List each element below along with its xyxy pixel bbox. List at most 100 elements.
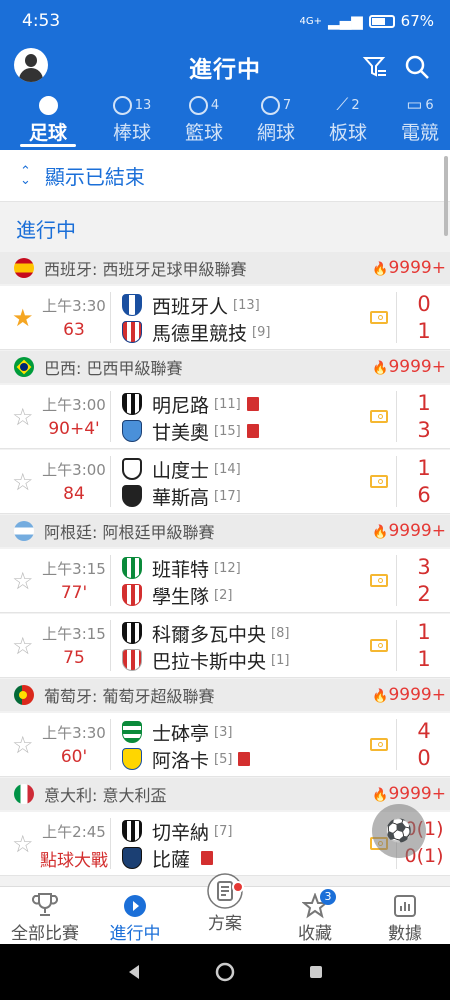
divider [110,292,111,343]
match-row[interactable]: ☆ 上午3:00 90+4' 明尼路 [11] 甘美奧 [15] 1 3 [0,385,450,449]
away-score: 1 [417,647,431,671]
league-header[interactable]: 阿根廷: 阿根廷甲級聯賽 🔥9999+ [0,515,450,547]
red-card-icon [201,851,214,865]
tab-sport-3[interactable]: 7 網球 [240,92,312,150]
tab-count: 13 [134,97,152,113]
page-title: 進行中 [189,57,261,83]
status-icons: 4G+ ▂▄▆ 67% [300,12,434,30]
tab-sport-5[interactable]: ▭ 6 電競 [384,92,450,150]
tab-count: 2 [351,97,360,113]
document-icon [180,873,270,909]
home-score: 3 [417,555,431,579]
match-row[interactable]: ☆ 上午3:30 60' 士砵亭 [3] 阿洛卡 [5] 4 0 [0,713,450,777]
tab-sport-1[interactable]: 13 棒球 [96,92,168,150]
team-crest-icon [122,847,142,869]
tab-label: 籃球 [184,122,223,144]
match-time: 上午3:00 [42,461,106,479]
team-rank: [2] [214,587,233,603]
avatar[interactable] [14,48,48,82]
team-rank: [3] [214,724,233,740]
tab-sport-2[interactable]: 4 籃球 [168,92,240,150]
basketball-icon: 4 [168,92,240,118]
brazil-flag-icon [14,357,34,377]
floating-action-button[interactable]: ⚽ [372,804,426,858]
team-rank: [5] [214,751,233,767]
tab-label: 網球 [256,122,295,144]
notification-dot [232,881,244,893]
red-card-icon [246,424,259,438]
match-row[interactable]: ☆ 上午3:15 77' 班菲特 [12] 學生隊 [2] 3 2 [0,549,450,613]
favorite-star-icon[interactable]: ☆ [12,731,34,759]
divider [396,719,397,770]
cricket-icon: ⟋ 2 [336,95,360,115]
home-score: 1 [417,391,431,415]
nav-item-1[interactable]: 進行中 [90,887,180,944]
team-crest-icon [122,294,142,316]
favorite-star-icon[interactable]: ☆ [12,403,34,431]
favorite-star-icon[interactable]: ★ [12,304,34,332]
match-row[interactable]: ☆ 上午3:15 75 科爾多瓦中央 [8] 巴拉卡斯中央 [1] 1 1 [0,614,450,678]
nav-label: 全部比賽 [11,924,79,944]
league-header[interactable]: 西班牙: 西班牙足球甲級聯賽 🔥9999+ [0,252,450,284]
league-name: 西班牙: 西班牙足球甲級聯賽 [44,260,247,279]
team-crest-icon [122,420,142,442]
match-time: 上午3:15 [42,560,106,578]
match-minute: 75 [63,648,85,668]
bar-chart-icon [360,887,450,919]
nav-item-4[interactable]: 數據 [360,887,450,944]
match-minute: 60' [60,747,88,767]
recents-icon[interactable] [307,963,325,981]
home-team: 士砵亭 [3] [122,719,232,745]
nav-item-2[interactable]: 方案 [180,873,270,944]
match-time: 上午3:15 [42,625,106,643]
nav-item-0[interactable]: 全部比賽 [0,887,90,944]
pitch-icon[interactable] [370,738,388,751]
tab-sport-0[interactable]: 足球 [0,92,96,150]
pitch-icon[interactable] [370,639,388,652]
favorite-star-icon[interactable]: ☆ [12,632,34,660]
show-finished-toggle[interactable]: ⌃ ⌄ 顯示已結束 [0,150,450,202]
home-team: 明尼路 [11] [122,391,259,417]
team-rank: [14] [214,461,241,477]
match-minute: 77' [60,583,88,603]
tab-sport-4[interactable]: ⟋ 2 板球 [312,92,384,150]
league-header[interactable]: 巴西: 巴西甲級聯賽 🔥9999+ [0,351,450,383]
search-icon[interactable] [404,54,430,80]
hot-value: 9999+ [388,258,446,278]
fire-icon: 🔥 [372,788,389,803]
pitch-icon[interactable] [370,410,388,423]
back-icon[interactable] [125,963,143,981]
home-icon[interactable] [214,961,236,983]
tennis-icon: 7 [240,92,312,118]
tab-count: 4 [210,97,220,113]
favorite-star-icon[interactable]: ☆ [12,567,34,595]
ball-icon: ⚽ [385,818,413,844]
nav-item-3[interactable]: 3 收藏 [270,887,360,944]
league-header[interactable]: 葡萄牙: 葡萄牙超級聯賽 🔥9999+ [0,679,450,711]
app-bar: 進行中 [0,42,450,92]
match-row[interactable]: ★ 上午3:30 63 西班牙人 [13] 馬德里競技 [9] 0 1 [0,286,450,350]
match-time: 上午3:30 [42,724,106,742]
league-header[interactable]: 意大利: 意大利盃 🔥9999+ [0,778,450,810]
pitch-icon[interactable] [370,475,388,488]
team-name: 學生隊 [152,585,210,608]
home-team: 西班牙人 [13] [122,292,260,318]
tab-count: 6 [425,97,434,113]
home-team: 班菲特 [12] [122,555,241,581]
filter-icon[interactable] [362,54,388,80]
home-score: 1 [417,456,431,480]
match-minute: 90+4' [48,419,100,439]
fire-icon: 🔥 [372,262,389,277]
favorite-star-icon[interactable]: ☆ [12,468,34,496]
match-row[interactable]: ☆ 上午3:00 84 山度士 [14] 華斯高 [17] 1 6 [0,450,450,514]
divider [110,391,111,442]
team-crest-icon [122,393,142,415]
divider [396,555,397,606]
sport-tabs: 足球 13 棒球 4 籃球 7 網球 ⟋ 2 板球 ▭ 6 電競 [0,92,450,150]
pitch-icon[interactable] [370,311,388,324]
baseball-icon: 13 [96,92,168,118]
pitch-icon[interactable] [370,574,388,587]
team-crest-icon [122,622,142,644]
favorite-star-icon[interactable]: ☆ [12,830,34,858]
team-name: 科爾多瓦中央 [152,623,267,646]
